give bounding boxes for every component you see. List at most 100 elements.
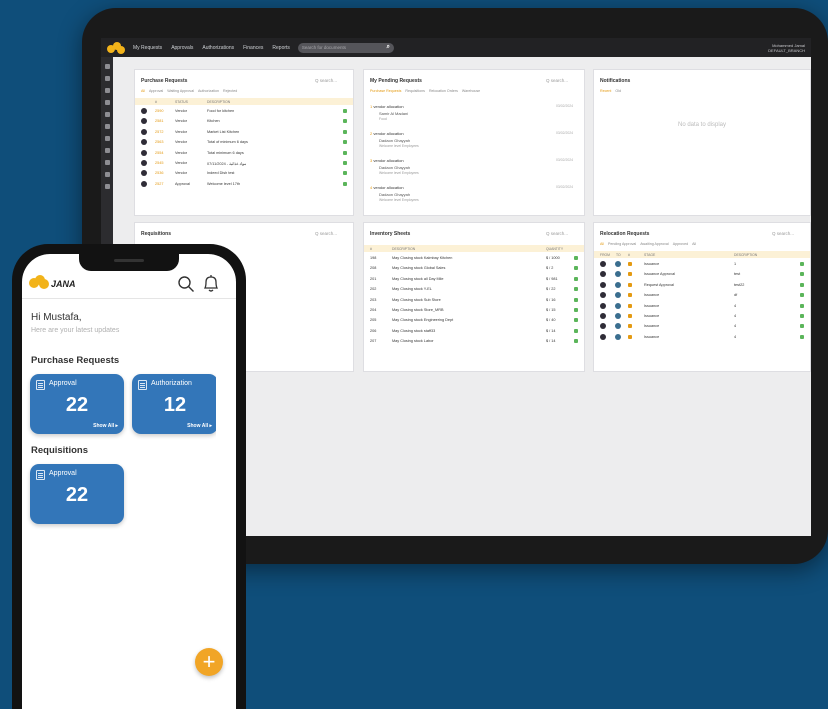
tab-old[interactable]: Old <box>615 89 621 93</box>
purchase-authorization-card[interactable]: Authorization 12 Show All ▸ <box>132 374 218 434</box>
pending-item-date: 03/02/2024 <box>556 158 573 162</box>
nav-authorizations[interactable]: Authorizations <box>202 45 234 51</box>
nav-reports[interactable]: Reports <box>272 45 290 51</box>
table-row[interactable]: Request Approval test22 <box>594 280 810 290</box>
panel-title: My Pending Requests <box>370 78 422 84</box>
filter-chip[interactable]: Purchase Requests <box>370 89 401 93</box>
filter-chip[interactable]: Relocation Orders <box>429 89 458 93</box>
tab-recent[interactable]: Recent <box>600 89 611 93</box>
requisition-approval-card[interactable]: Approval 22 <box>30 464 124 524</box>
status-dot-icon <box>141 139 147 146</box>
table-row[interactable]: 2536 Vendor Indeed Dish test <box>135 168 353 178</box>
table-row[interactable]: 198 May Closing stock Kalmbay Kitchen $ / … <box>364 253 584 263</box>
filter-chip[interactable]: All <box>692 242 696 246</box>
row-description: May Closing stock Engineering Dept <box>392 318 454 323</box>
table-row[interactable]: 2581 Vendor Kitchen <box>135 116 353 126</box>
from-icon <box>600 292 606 299</box>
panel-search[interactable]: Q search... <box>315 231 337 236</box>
row-stage: Issuance <box>644 262 660 266</box>
report-icon[interactable] <box>104 184 110 189</box>
table-row[interactable]: 2554 Vendor Total minimum 6 days <box>135 148 353 158</box>
from-icon <box>600 323 606 330</box>
show-all-link[interactable]: Show All ▸ <box>93 423 118 429</box>
pending-item-title: 1 vendor allocation <box>370 104 404 109</box>
row-quantity: $ / 15 <box>546 307 556 312</box>
list-icon[interactable] <box>104 88 110 93</box>
table-row[interactable]: 207 May Closing stock Labor $ / 14 <box>364 336 584 346</box>
search-icon[interactable] <box>177 275 195 293</box>
table-row[interactable]: Issuance 4 <box>594 332 810 342</box>
table-row[interactable]: 206 May Closing stock staff33 $ / 14 <box>364 326 584 336</box>
row-description: May Closing stock all Day Mile <box>392 276 444 281</box>
nav-finances[interactable]: Finances <box>243 45 263 51</box>
nav-my-requests[interactable]: My Requests <box>133 45 162 51</box>
bell-icon[interactable] <box>202 274 220 294</box>
add-button[interactable]: + <box>195 648 223 676</box>
filter-chip[interactable]: All <box>600 242 604 246</box>
table-row[interactable]: Issuance 1 <box>594 259 810 269</box>
pending-item[interactable]: 1 vendor allocation Samir Al Madani Food 03… <box>370 104 575 121</box>
table-row[interactable]: 202 May Closing stock Y-EL $ / 22 <box>364 284 584 294</box>
table-row[interactable]: Issuance 4 <box>594 301 810 311</box>
filter-chip[interactable]: All <box>141 89 145 93</box>
table-row[interactable]: 208 May Closing stock Global Sales $ / 2 <box>364 263 584 273</box>
table-row[interactable]: 2527 Approval Welcome level 17th <box>135 179 353 189</box>
filter-chip[interactable]: Approval <box>149 89 163 93</box>
pending-item[interactable]: 4 vendor allocation Dadaon Ghayyah Welcome… <box>370 185 575 202</box>
pending-item[interactable]: 3 vendor allocation Dadaon Ghayyah Welcome… <box>370 158 575 175</box>
table-row[interactable]: Issuance 4 <box>594 311 810 321</box>
pending-item-note: Welcome level Employees <box>379 198 419 202</box>
panel-search[interactable]: Q search... <box>315 78 337 83</box>
table-row[interactable]: 201 May Closing stock all Day Mile $ / 981 <box>364 274 584 284</box>
table-row[interactable]: 203 May Closing stock Sub Store $ / 16 <box>364 295 584 305</box>
jana-logo-icon[interactable] <box>107 41 125 54</box>
panel-search[interactable]: Q search... <box>772 231 794 236</box>
status-dot-icon <box>141 149 147 156</box>
status-dot-icon <box>141 170 147 177</box>
filter-chip[interactable]: Approved <box>673 242 688 246</box>
panel-search[interactable]: Q search... <box>546 78 568 83</box>
user-info[interactable]: Mohammed Jamal DEFAULT_BRANCH <box>768 43 805 53</box>
pending-item-title: 3 vendor allocation <box>370 158 404 163</box>
pending-item-title: 4 vendor allocation <box>370 185 404 190</box>
filter-chip[interactable]: Warehouse <box>462 89 480 93</box>
show-all-link[interactable]: Show All ▸ <box>187 423 212 429</box>
row-description: May Closing stock staff33 <box>392 328 436 333</box>
row-number: 2581 <box>155 119 164 124</box>
table-row[interactable]: 205 May Closing stock Engineering Dept $ /… <box>364 315 584 325</box>
filter-chip[interactable]: Authorization <box>198 89 219 93</box>
global-search-input[interactable]: Search for documents ⌕ <box>297 42 394 53</box>
row-description: May Closing stock Labor <box>392 339 434 344</box>
purchase-approval-card[interactable]: Approval 22 Show All ▸ <box>30 374 124 434</box>
filter-chip[interactable]: Awaiting Approval <box>640 242 669 246</box>
check-icon <box>574 307 578 312</box>
table-row[interactable]: 2590 Vendor Food for kitchen <box>135 106 353 116</box>
tag-icon[interactable] <box>104 136 110 141</box>
pending-item[interactable]: 2 vendor allocation Dadaon Ghayyah Welcome… <box>370 131 575 148</box>
nav-approvals[interactable]: Approvals <box>171 45 193 51</box>
cart-icon[interactable] <box>104 100 110 105</box>
document-icon <box>138 380 147 390</box>
table-row[interactable]: 204 May Closing stock Store_MRB $ / 15 <box>364 305 584 315</box>
table-row[interactable]: Issuance 4 <box>594 321 810 331</box>
filter-chip[interactable]: Waiting Approval <box>167 89 194 93</box>
row-number: 198 <box>370 256 377 260</box>
doc-icon[interactable] <box>104 124 110 129</box>
filter-chip[interactable]: Requisitions <box>405 89 425 93</box>
table-row[interactable]: Issuance Approval test <box>594 269 810 279</box>
home-icon[interactable] <box>104 64 110 69</box>
filter-chip[interactable]: Pending Approval <box>608 242 636 246</box>
pending-item-date: 03/02/2024 <box>556 104 573 108</box>
box-icon[interactable] <box>104 160 110 165</box>
user-icon[interactable] <box>104 112 110 117</box>
table-row[interactable]: 2572 Vendor Market List Kitchen <box>135 127 353 137</box>
table-row[interactable]: Issuance df <box>594 290 810 300</box>
filter-chip[interactable]: Rejected <box>223 89 237 93</box>
table-row[interactable]: 2563 Vendor Total of minimum 6 days <box>135 137 353 147</box>
panel-title: Notifications <box>600 78 631 84</box>
chart-icon[interactable] <box>104 76 110 81</box>
panel-search[interactable]: Q search... <box>546 231 568 236</box>
truck-icon[interactable] <box>104 148 110 153</box>
settings-icon[interactable] <box>104 172 110 177</box>
table-row[interactable]: 2545 Vendor 07/11/2024 - مواد غذائية <box>135 158 353 168</box>
